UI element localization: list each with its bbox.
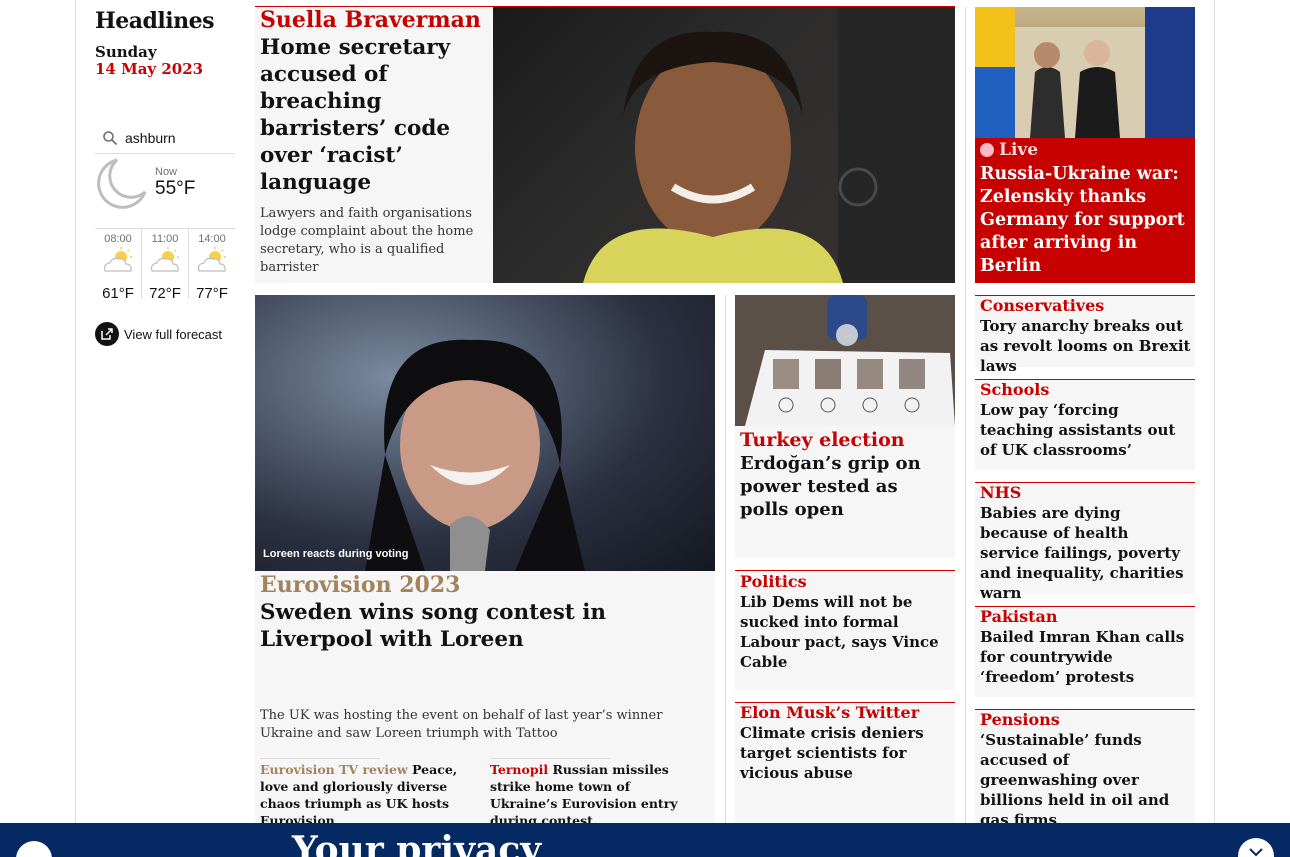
lead-story-kicker[interactable]: Suella Braverman bbox=[260, 7, 481, 33]
twitter-story-headline[interactable]: Climate crisis deniers target scientists… bbox=[740, 723, 950, 783]
eurovision-story-image[interactable] bbox=[255, 295, 715, 571]
privacy-title: Your privacy bbox=[292, 829, 542, 857]
chevron-down-icon bbox=[1249, 842, 1263, 857]
live-badge: Live bbox=[980, 140, 1038, 160]
live-story-image[interactable] bbox=[975, 7, 1195, 138]
sublink-divider bbox=[260, 758, 380, 759]
weather-now: Now 55°F bbox=[95, 158, 235, 210]
image-caption: Loreen reacts during voting bbox=[263, 548, 409, 560]
forecast-temp: 77°F bbox=[196, 285, 228, 302]
turkey-story-image[interactable] bbox=[735, 295, 955, 426]
column-divider bbox=[965, 7, 966, 827]
partly-sunny-icon bbox=[195, 247, 229, 279]
pakistan-story-headline[interactable]: Bailed Imran Khan calls for countrywide … bbox=[980, 627, 1192, 687]
live-badge-label: Live bbox=[999, 140, 1039, 160]
lead-story-image[interactable] bbox=[493, 7, 955, 283]
section-title: Headlines bbox=[95, 8, 215, 34]
eurovision-story-standfirst: The UK was hosting the event on behalf o… bbox=[260, 708, 663, 741]
sublink[interactable]: Eurovision TV review Peace, love and glo… bbox=[260, 761, 480, 829]
forecast-slot: 11:00 72°F bbox=[141, 229, 188, 302]
eurovision-story-headline[interactable]: Sweden wins song contest in Liverpool wi… bbox=[260, 599, 710, 653]
close-button[interactable] bbox=[1238, 838, 1274, 857]
politics-story-kicker[interactable]: Politics bbox=[740, 572, 807, 591]
sublink-kicker: Ternopil bbox=[490, 762, 549, 777]
search-icon bbox=[95, 130, 125, 146]
sublink-divider bbox=[490, 758, 610, 759]
politics-story-headline[interactable]: Lib Dems will not be sucked into formal … bbox=[740, 592, 950, 672]
sublink-kicker: Eurovision TV review bbox=[260, 762, 408, 777]
forecast-time: 14:00 bbox=[198, 233, 226, 245]
conservatives-story-kicker[interactable]: Conservatives bbox=[980, 296, 1104, 315]
forecast-time: 08:00 bbox=[104, 233, 132, 245]
turkey-story-kicker[interactable]: Turkey election bbox=[740, 429, 905, 451]
date-day: Sunday bbox=[95, 43, 157, 61]
column-divider bbox=[725, 295, 726, 827]
forecast-time: 11:00 bbox=[151, 233, 179, 245]
eurovision-story-kicker[interactable]: Eurovision 2023 bbox=[260, 572, 460, 598]
external-link-icon bbox=[95, 322, 119, 346]
lead-story-headline[interactable]: Home secretary accused of breaching barr… bbox=[260, 34, 485, 196]
weather-now-label: Now bbox=[155, 166, 178, 178]
turkey-story-headline[interactable]: Erdoğan’s grip on power tested as polls … bbox=[740, 452, 950, 521]
lead-story-standfirst: Lawyers and faith organisations lodge co… bbox=[260, 206, 474, 275]
weather-forecast: 08:00 61°F 11:00 72°F 14:00 77°F bbox=[95, 228, 235, 302]
moon-icon bbox=[95, 158, 147, 214]
schools-story-kicker[interactable]: Schools bbox=[980, 380, 1049, 399]
sublink[interactable]: Ternopil Russian missiles strike home to… bbox=[490, 761, 700, 829]
forecast-slot: 14:00 77°F bbox=[188, 229, 235, 302]
nhs-story-headline[interactable]: Babies are dying because of health servi… bbox=[980, 503, 1185, 603]
weather-location-search[interactable]: ashburn bbox=[95, 122, 235, 154]
forecast-slot: 08:00 61°F bbox=[95, 229, 141, 302]
pakistan-story-kicker[interactable]: Pakistan bbox=[980, 607, 1058, 626]
guardian-logo-icon bbox=[16, 841, 52, 857]
partly-sunny-icon bbox=[101, 247, 135, 279]
date-full: 14 May 2023 bbox=[95, 60, 204, 78]
view-full-forecast-link[interactable]: View full forecast bbox=[95, 322, 222, 346]
pensions-story-kicker[interactable]: Pensions bbox=[980, 710, 1060, 729]
conservatives-story-headline[interactable]: Tory anarchy breaks out as revolt looms … bbox=[980, 316, 1192, 376]
schools-story-headline[interactable]: Low pay ‘forcing teaching assistants out… bbox=[980, 400, 1185, 460]
card-divider bbox=[735, 570, 955, 571]
view-full-forecast-label: View full forecast bbox=[124, 326, 223, 342]
weather-now-temp: 55°F bbox=[155, 178, 196, 199]
pensions-story-headline[interactable]: ‘Sustainable’ funds accused of greenwash… bbox=[980, 730, 1190, 830]
forecast-temp: 72°F bbox=[149, 285, 181, 302]
privacy-banner: Your privacy bbox=[0, 823, 1290, 857]
twitter-story-kicker[interactable]: Elon Musk’s Twitter bbox=[740, 703, 919, 722]
forecast-temp: 61°F bbox=[102, 285, 134, 302]
nhs-story-kicker[interactable]: NHS bbox=[980, 483, 1021, 502]
weather-location-input[interactable]: ashburn bbox=[125, 130, 176, 146]
live-dot-icon bbox=[980, 143, 994, 157]
partly-sunny-icon bbox=[148, 247, 182, 279]
live-story-headline[interactable]: Russia-Ukraine war: Zelenskiy thanks Ger… bbox=[980, 163, 1190, 278]
